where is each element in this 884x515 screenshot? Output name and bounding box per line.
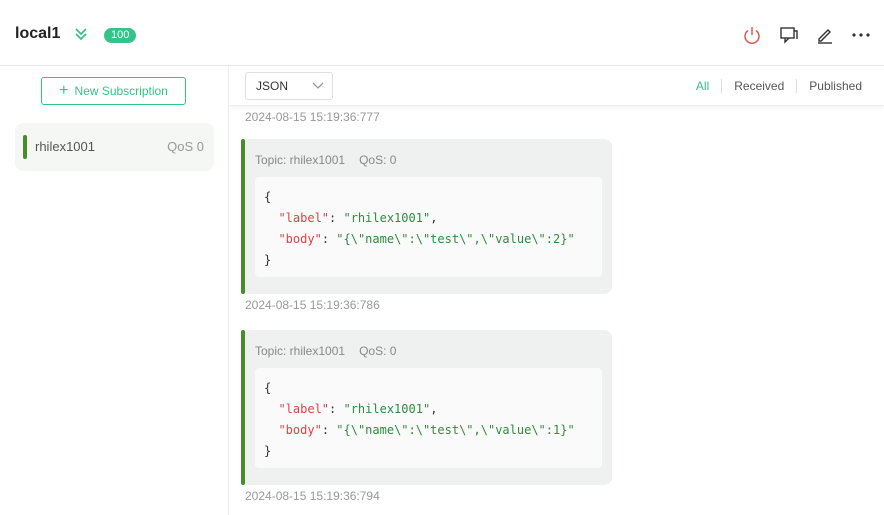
edit-icon[interactable] bbox=[815, 25, 835, 45]
payload-format-value: JSON bbox=[256, 79, 289, 93]
subscription-qos: QoS 0 bbox=[167, 139, 204, 154]
tab-all[interactable]: All bbox=[684, 79, 721, 93]
payload-key: "body" bbox=[278, 232, 322, 246]
message-topic: Topic: rhilex1001 bbox=[255, 153, 346, 167]
message-card[interactable]: Topic: rhilex1001 QoS: 0 { "label": "rhil… bbox=[241, 139, 612, 294]
connection-header: local1 100 bbox=[0, 0, 884, 66]
chevron-down-icon bbox=[312, 82, 324, 89]
subscription-color-bar bbox=[23, 135, 27, 159]
brace: } bbox=[264, 253, 272, 267]
message-payload: { "label": "rhilex1001", "body": "{\"nam… bbox=[255, 177, 602, 277]
payload-key: "label" bbox=[278, 402, 330, 416]
message-timestamp: 2024-08-15 15:19:36:786 bbox=[245, 298, 380, 312]
power-icon[interactable] bbox=[742, 25, 762, 45]
message-meta: Topic: rhilex1001 QoS: 0 bbox=[255, 153, 396, 167]
message-timestamp: 2024-08-15 15:19:36:794 bbox=[245, 489, 380, 503]
message-panel: JSON All Received Published 2024-08-15 1… bbox=[230, 66, 884, 515]
new-subscription-label: New Subscription bbox=[74, 84, 168, 98]
tab-received[interactable]: Received bbox=[721, 79, 796, 93]
message-topic: Topic: rhilex1001 bbox=[255, 344, 346, 358]
message-qos: QoS: 0 bbox=[359, 153, 397, 167]
chat-icon[interactable] bbox=[779, 25, 799, 45]
brace: { bbox=[264, 190, 272, 204]
brace: { bbox=[264, 381, 272, 395]
message-qos: QoS: 0 bbox=[359, 344, 397, 358]
message-toolbar: JSON All Received Published bbox=[230, 66, 884, 106]
message-timestamp: 2024-08-15 15:19:36:777 bbox=[245, 110, 380, 124]
new-subscription-button[interactable]: + New Subscription bbox=[41, 77, 186, 105]
message-color-bar bbox=[241, 139, 245, 294]
message-filter-tabs: All Received Published bbox=[684, 79, 874, 93]
payload-key: "label" bbox=[278, 211, 330, 225]
subscription-item[interactable]: rhilex1001 QoS 0 bbox=[15, 123, 214, 171]
plus-icon: + bbox=[59, 82, 69, 99]
payload-value: "{\"name\":\"test\",\"value\":1}" bbox=[336, 423, 575, 437]
message-color-bar bbox=[241, 330, 245, 485]
connection-name: local1 bbox=[15, 25, 61, 42]
message-count-badge: 100 bbox=[104, 28, 137, 43]
subscriptions-sidebar: + New Subscription rhilex1001 QoS 0 bbox=[0, 66, 229, 515]
tab-published[interactable]: Published bbox=[796, 79, 874, 93]
payload-format-select[interactable]: JSON bbox=[245, 72, 333, 100]
message-payload: { "label": "rhilex1001", "body": "{\"nam… bbox=[255, 368, 602, 468]
message-card[interactable]: Topic: rhilex1001 QoS: 0 { "label": "rhil… bbox=[241, 330, 612, 485]
chevrons-down-icon[interactable] bbox=[73, 26, 89, 42]
payload-value: "rhilex1001" bbox=[343, 211, 431, 225]
payload-value: "{\"name\":\"test\",\"value\":2}" bbox=[336, 232, 575, 246]
more-icon[interactable] bbox=[851, 25, 871, 45]
payload-key: "body" bbox=[278, 423, 322, 437]
payload-value: "rhilex1001" bbox=[343, 402, 431, 416]
brace: } bbox=[264, 444, 272, 458]
message-meta: Topic: rhilex1001 QoS: 0 bbox=[255, 344, 396, 358]
subscription-topic: rhilex1001 bbox=[35, 139, 95, 154]
